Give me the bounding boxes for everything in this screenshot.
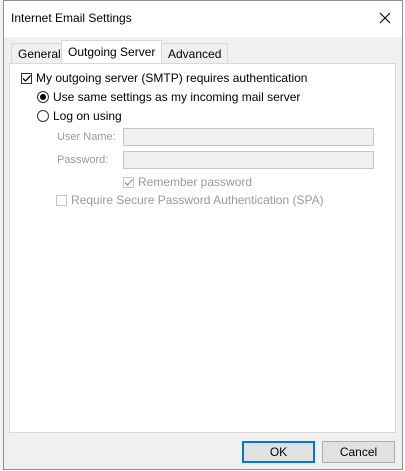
same-settings-label: Use same settings as my incoming mail se…: [53, 90, 301, 104]
password-label: Password:: [57, 154, 109, 166]
spa-label: Require Secure Password Authentication (…: [71, 193, 324, 207]
dialog-title: Internet Email Settings: [11, 11, 132, 25]
remember-password-checkbox[interactable]: [123, 176, 134, 188]
tab-general[interactable]: General: [11, 43, 68, 63]
spa-checkbox[interactable]: [56, 194, 67, 206]
same-settings-row[interactable]: Use same settings as my incoming mail se…: [37, 90, 300, 104]
log-on-row[interactable]: Log on using: [37, 109, 122, 123]
ok-button[interactable]: OK: [242, 441, 315, 463]
close-icon: [379, 12, 391, 24]
remember-password-label: Remember password: [138, 175, 253, 189]
cancel-button[interactable]: Cancel: [322, 441, 395, 463]
requires-auth-checkbox[interactable]: [21, 72, 32, 84]
log-on-radio[interactable]: [37, 110, 49, 122]
username-label: User Name:: [57, 131, 116, 143]
close-button[interactable]: [368, 1, 402, 35]
tab-advanced[interactable]: Advanced: [161, 43, 229, 63]
requires-auth-row[interactable]: My outgoing server (SMTP) requires authe…: [21, 71, 307, 85]
checkmark-icon: [124, 178, 133, 186]
internet-email-settings-dialog: Internet Email Settings General Outgoing…: [3, 0, 403, 470]
outgoing-server-panel: My outgoing server (SMTP) requires authe…: [9, 63, 396, 433]
spa-row[interactable]: Require Secure Password Authentication (…: [56, 193, 324, 207]
same-settings-radio[interactable]: [37, 91, 49, 103]
radio-selected-dot: [40, 94, 46, 100]
tab-outgoing-server[interactable]: Outgoing Server: [61, 40, 163, 63]
checkmark-icon: [22, 74, 31, 82]
log-on-label: Log on using: [53, 109, 122, 123]
requires-auth-label: My outgoing server (SMTP) requires authe…: [36, 71, 308, 85]
password-field[interactable]: [123, 151, 374, 169]
remember-password-row[interactable]: Remember password: [123, 175, 252, 189]
title-bar: Internet Email Settings: [4, 1, 402, 37]
username-field[interactable]: [123, 128, 374, 146]
